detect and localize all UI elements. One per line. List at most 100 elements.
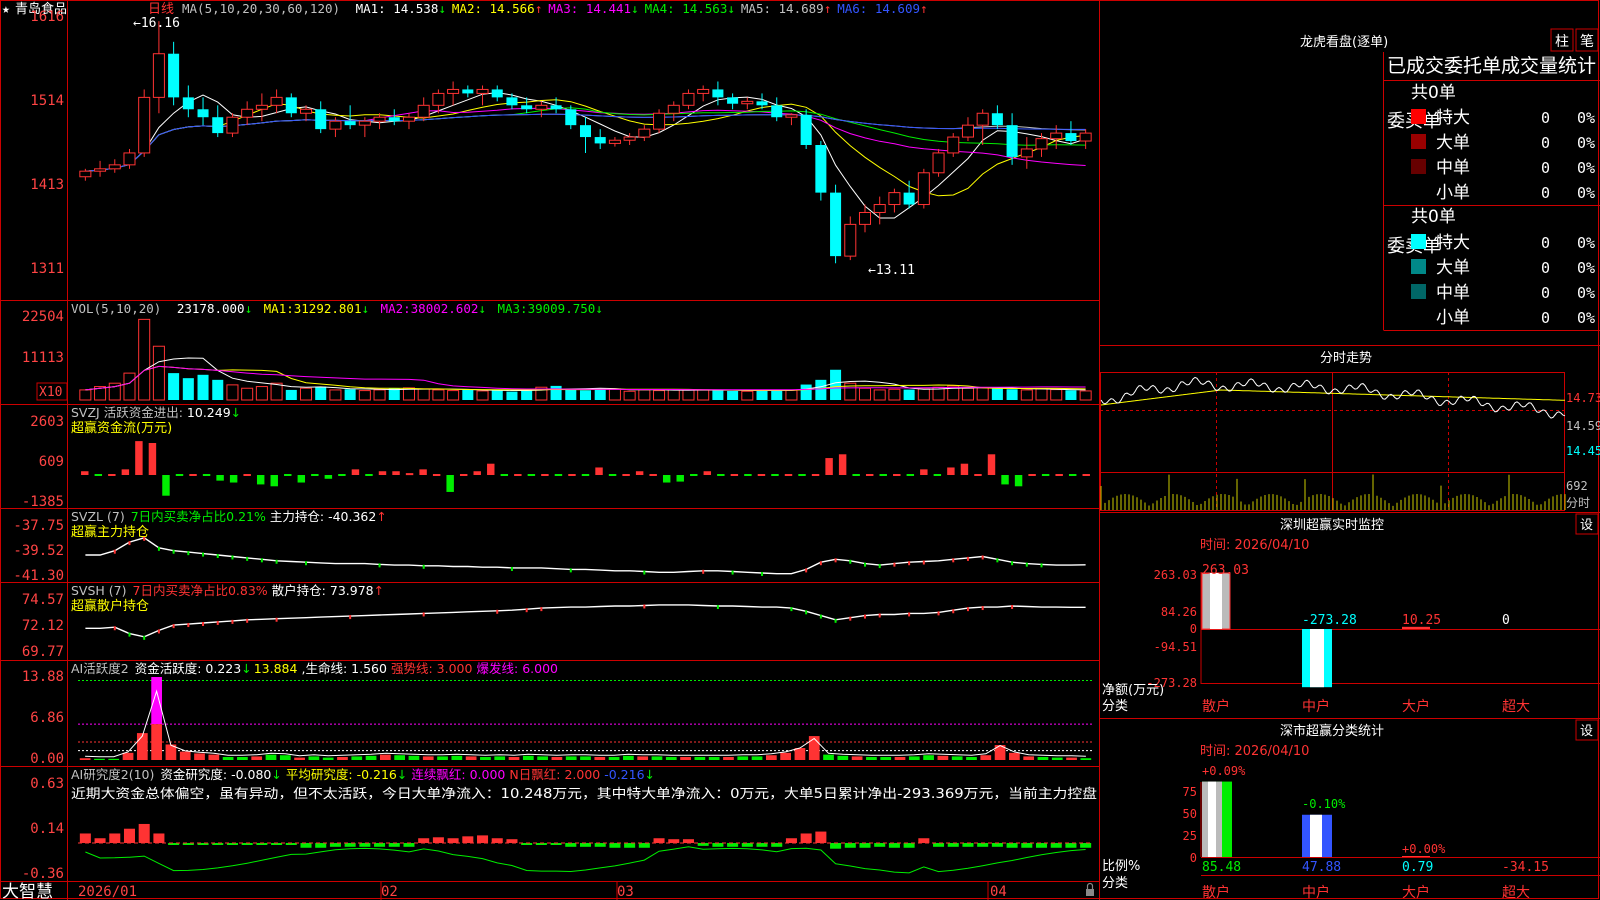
svg-text:75: 75 (1183, 785, 1197, 799)
flow-bar (432, 474, 441, 476)
flow-bar (811, 474, 820, 476)
research-bar (638, 843, 650, 848)
order-count: 0 (1541, 184, 1550, 202)
flow-bar (270, 475, 278, 487)
flow-bar (229, 475, 238, 483)
period-label[interactable]: 日线 (148, 2, 174, 17)
holding-tick (157, 629, 160, 634)
flow-bar (893, 474, 901, 476)
holding-tick (422, 612, 425, 617)
volume-bar (491, 389, 503, 400)
flow-bar (1082, 474, 1090, 476)
holding-tick (834, 618, 837, 623)
flow-bar (703, 471, 712, 475)
monitor-axis: 263.03 84.26 0 -94.51 -273.28 (1146, 568, 1197, 690)
candle-body (858, 211, 872, 225)
research-bar (594, 843, 606, 847)
monitor-bar-highlight (1210, 573, 1222, 629)
holding-line (85, 604, 1086, 638)
candle-body (800, 114, 812, 145)
candle-body (402, 116, 415, 122)
research-bar (977, 843, 989, 847)
volume-bar (917, 388, 930, 401)
activity-bar (1009, 752, 1020, 760)
candle-body (255, 104, 268, 110)
candle-body (727, 97, 739, 104)
volume-bar (476, 390, 489, 401)
research-bar (609, 843, 621, 848)
activity-bar (251, 756, 263, 760)
activity-bar (437, 756, 448, 760)
flow-bar (690, 474, 698, 476)
svg-text:-0.36: -0.36 (22, 866, 64, 882)
volume-bar (138, 318, 151, 401)
dragon-title: 龙虎看盘(逐单) (1300, 34, 1388, 50)
ai-research-comment: 近期大资金总体偏空，虽有异动，但不太活跃，今日大单净流入：10.248万元，其中… (71, 785, 1097, 802)
date-grid (380, 881, 989, 900)
volume-bar (815, 379, 827, 400)
activity-bar (808, 736, 820, 760)
price-tick: 1311 (30, 261, 64, 277)
candlestick-chart[interactable] (79, 21, 1092, 264)
activity-bar (351, 756, 363, 760)
volume-bar (212, 379, 224, 400)
intraday-frame (1100, 372, 1565, 511)
class-value: 47.88 (1302, 860, 1341, 875)
intraday-axis: 14.73 14.59 14.45 692 分时 (1566, 391, 1600, 510)
monitor-settings-button[interactable]: 设 (1575, 513, 1599, 535)
holding-tick (143, 635, 146, 640)
volume-bar (594, 388, 606, 400)
activity-bar (794, 748, 806, 760)
flow-bar (487, 463, 495, 475)
svg-text:2603: 2603 (30, 414, 64, 430)
research-bar (859, 843, 871, 848)
candle-body (315, 109, 327, 130)
monitor-value: 263.03 (1202, 563, 1249, 578)
holding-tick (157, 546, 160, 551)
monitor-value: -273.28 (1302, 613, 1357, 628)
candle-body (329, 120, 342, 130)
flow-bar (202, 474, 211, 476)
class-categories: 散户 中户 大户 超大 (1202, 884, 1530, 900)
research-bar (1080, 843, 1092, 848)
research-bar (888, 843, 900, 848)
volume-bar (741, 390, 754, 401)
flow-bar (284, 474, 292, 476)
category-label: 超大 (1502, 699, 1530, 715)
candle-body (152, 53, 165, 98)
class-bar-highlight (1208, 781, 1216, 857)
holding-tick (128, 632, 131, 637)
volume-bar (550, 385, 562, 400)
bi-button[interactable]: 笔 (1575, 28, 1599, 52)
volume-bar (608, 388, 621, 401)
holding-tick (246, 556, 249, 561)
class-settings-button[interactable]: 设 (1575, 719, 1599, 741)
candle-body (917, 172, 930, 206)
svg-text:84.26: 84.26 (1161, 605, 1197, 619)
activity-bar (608, 757, 620, 760)
research-bar (579, 843, 592, 847)
volume-bar (462, 389, 474, 400)
research-bar (624, 843, 636, 848)
lock-icon[interactable] (1086, 882, 1094, 897)
candle-body (138, 96, 151, 154)
volume-bar (1006, 389, 1018, 400)
candle-body (388, 117, 400, 122)
class-xlabel: 分类 (1102, 876, 1128, 891)
svg-text:609: 609 (39, 454, 64, 470)
price-tick: 1514 (30, 93, 64, 109)
volume-bar (447, 390, 460, 401)
research-bar (918, 838, 930, 843)
monitor-categories: 散户 中户 大户 超大 (1202, 698, 1530, 715)
svg-text:25: 25 (1183, 829, 1197, 843)
volume-bar (800, 384, 812, 400)
holding-tick (275, 617, 278, 622)
candle-body (417, 104, 430, 118)
flow-bar (324, 475, 333, 479)
research-bar (329, 843, 341, 847)
candle-body (991, 113, 1003, 126)
ai-activity-axis: 13.88 6.86 0.00 (22, 669, 64, 767)
research-bar (933, 843, 945, 847)
zhu-button[interactable]: 柱 (1550, 28, 1574, 52)
flow-bar (608, 474, 617, 476)
